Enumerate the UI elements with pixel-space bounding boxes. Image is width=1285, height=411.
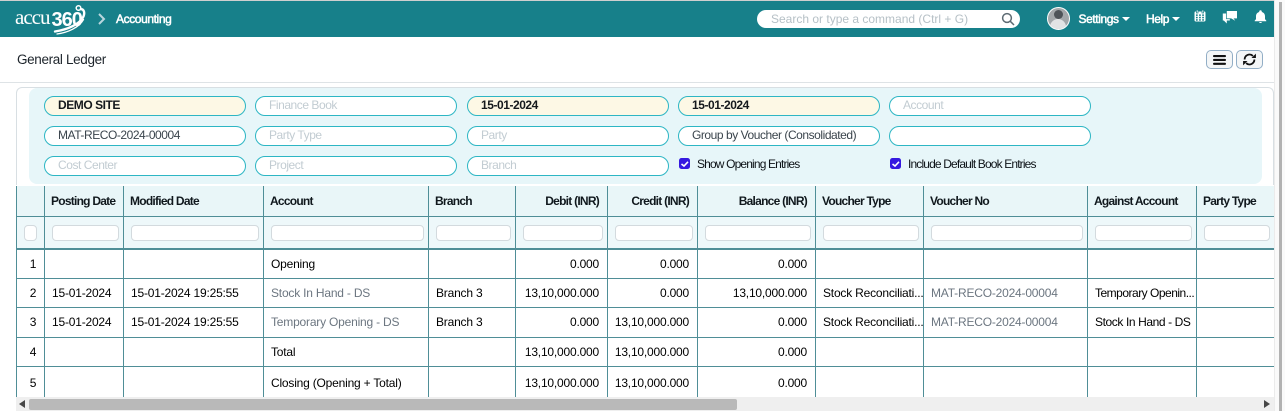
svg-text:accu: accu <box>15 5 51 29</box>
svg-text:360: 360 <box>52 9 83 31</box>
